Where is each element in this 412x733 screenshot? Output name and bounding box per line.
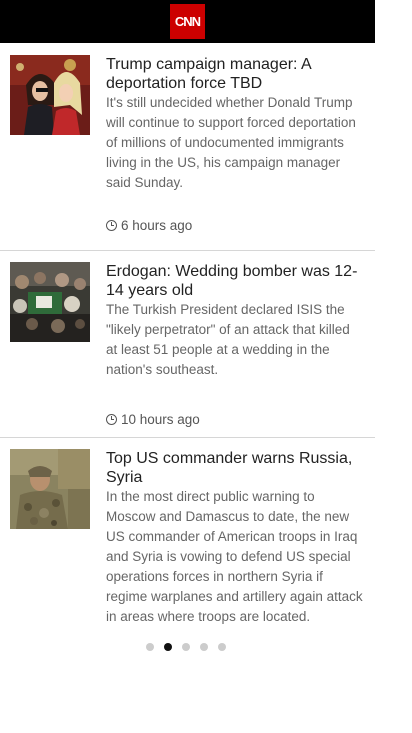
page-dot[interactable] [146,643,154,651]
page-dot[interactable] [218,643,226,651]
article-thumbnail[interactable] [10,262,90,342]
app-root: CNN Trump campaign manager: A deportatio… [0,0,412,733]
news-feed: Trump campaign manager: A deportation fo… [0,43,375,698]
article-time-label: 10 hours ago [121,412,200,427]
page-dot[interactable] [200,643,208,651]
article-card[interactable]: Trump campaign manager: A deportation fo… [0,43,375,251]
page-indicator [146,643,226,651]
article-thumbnail[interactable] [10,55,90,135]
page-dot[interactable] [182,643,190,651]
article-headline[interactable]: Top US commander warns Russia, Syria [106,449,364,487]
article-card[interactable]: Top US commander warns Russia, Syria In … [0,438,375,698]
article-time-label: 6 hours ago [121,218,193,233]
clock-icon [106,414,117,425]
article-timestamp: 10 hours ago [106,412,200,427]
top-bar: CNN [0,0,375,43]
article-summary: It's still undecided whether Donald Trum… [106,95,356,190]
article-summary: In the most direct public warning to Mos… [106,489,363,624]
article-headline[interactable]: Erdogan: Wedding bomber was 12-14 years … [106,262,364,300]
article-summary: The Turkish President declared ISIS the … [106,302,350,377]
clock-icon [106,220,117,231]
article-card[interactable]: Erdogan: Wedding bomber was 12-14 years … [0,251,375,438]
article-timestamp: 6 hours ago [106,218,192,233]
page-dot-active[interactable] [164,643,172,651]
article-headline[interactable]: Trump campaign manager: A deportation fo… [106,55,364,93]
cnn-logo[interactable]: CNN [170,4,205,39]
article-thumbnail[interactable] [10,449,90,529]
